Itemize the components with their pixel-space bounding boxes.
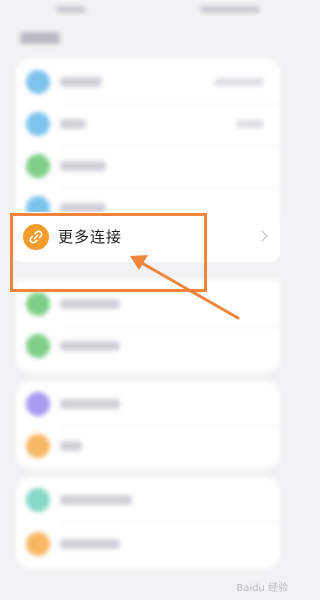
highlight-box [10, 213, 207, 292]
row-label [60, 299, 120, 309]
row-label [60, 539, 120, 549]
chevron-right-icon [256, 230, 268, 242]
page-title [20, 32, 60, 44]
row-label [60, 161, 106, 171]
settings-card-connectivity-lower [16, 280, 280, 372]
row-label [60, 399, 120, 409]
status-bar [0, 0, 294, 20]
mobile-network-icon [26, 154, 50, 178]
display-icon [26, 392, 50, 416]
watermark: Baidu 经验 [236, 583, 288, 594]
row-value [214, 78, 264, 86]
row-label [60, 441, 82, 451]
battery-icon [26, 532, 50, 556]
row-label [60, 77, 102, 87]
sound-icon [26, 434, 50, 458]
status-icons [200, 6, 260, 13]
apps-icon [26, 488, 50, 512]
settings-row-apps[interactable] [16, 478, 280, 522]
data-icon [26, 334, 50, 358]
share-icon [26, 292, 50, 316]
status-time [56, 6, 86, 13]
settings-card-display [16, 382, 280, 468]
row-value [236, 120, 264, 128]
settings-row-desktop[interactable] [16, 382, 280, 426]
settings-card-apps [16, 478, 280, 568]
settings-row-sound[interactable] [16, 424, 280, 468]
settings-row-wlan[interactable] [16, 60, 280, 104]
settings-row-battery[interactable] [16, 522, 280, 566]
settings-row-data-usage[interactable] [16, 324, 280, 368]
wifi-icon [26, 70, 50, 94]
row-label [60, 495, 132, 505]
settings-card-connectivity [16, 58, 280, 226]
row-label [60, 341, 120, 351]
settings-row-mobile-network[interactable] [16, 144, 280, 188]
row-label [60, 119, 86, 129]
settings-row-bluetooth[interactable] [16, 102, 280, 146]
bluetooth-icon [26, 112, 50, 136]
